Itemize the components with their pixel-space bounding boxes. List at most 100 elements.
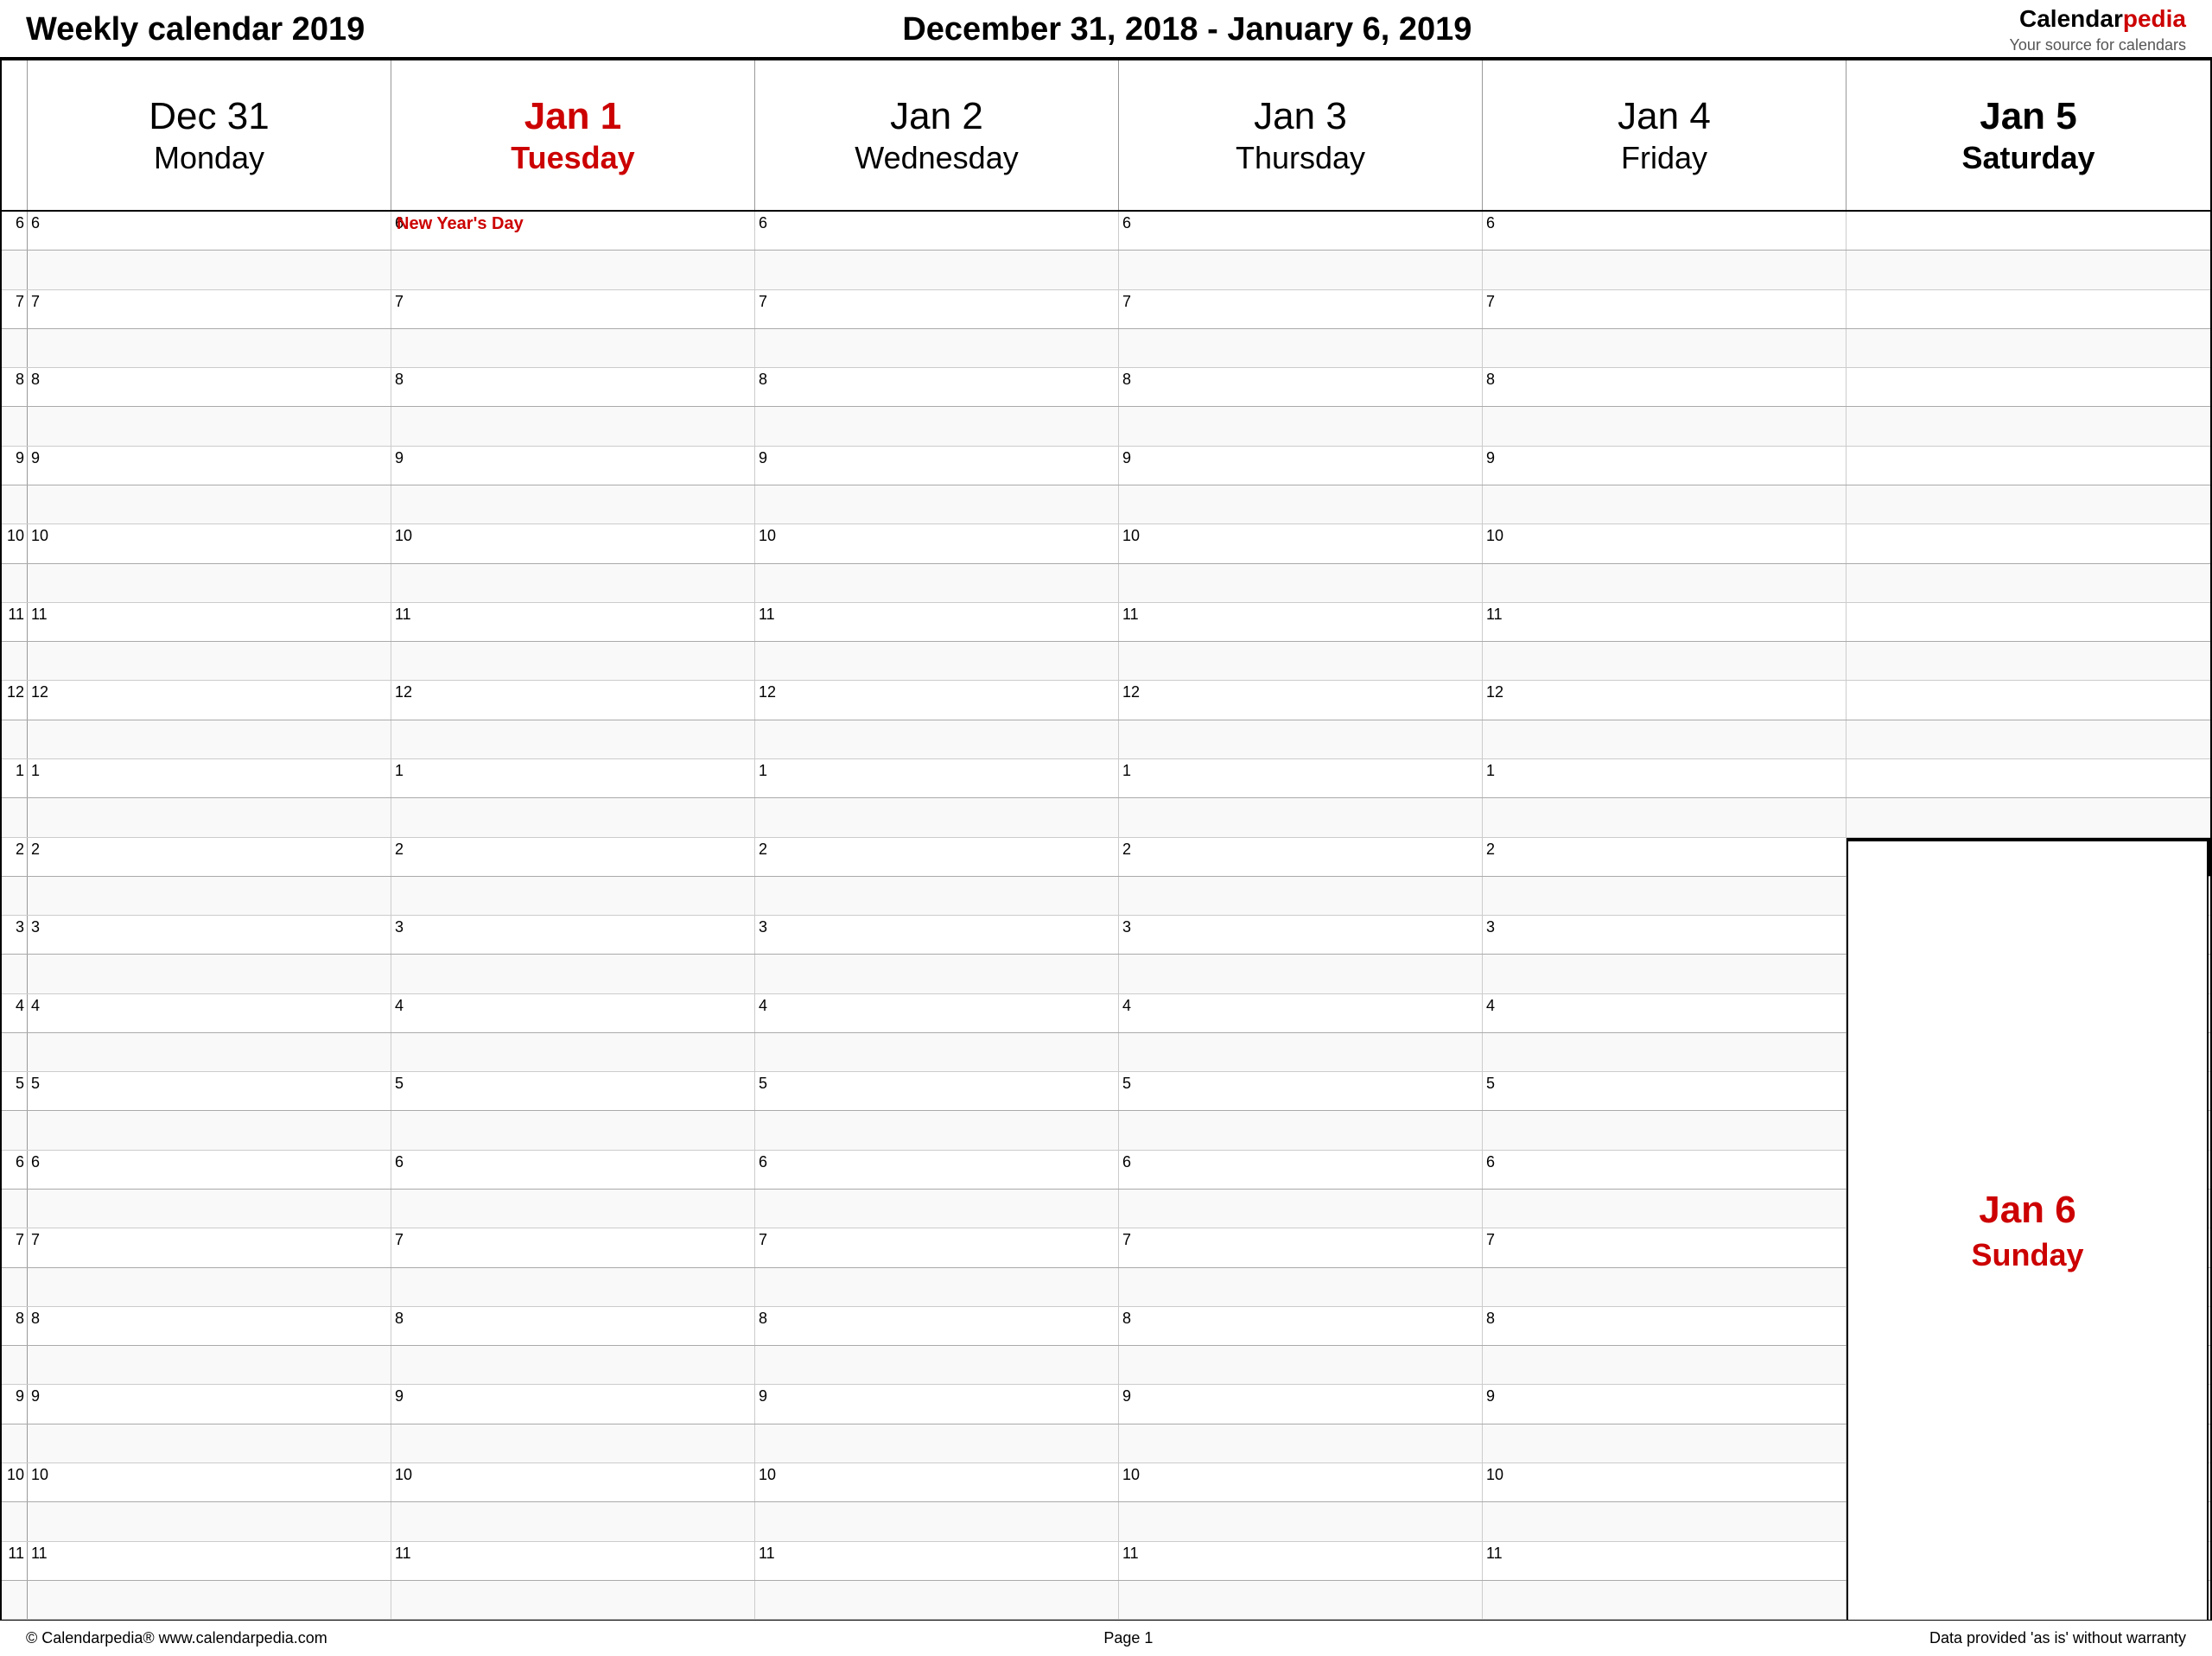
cell-hour-label: 8	[1122, 1310, 1131, 1328]
time-label	[2, 1190, 28, 1228]
time-cell: 10	[1119, 1463, 1483, 1501]
cell-hour-label: 4	[1486, 997, 1495, 1015]
time-cell	[391, 251, 755, 289]
time-row	[2, 1424, 2210, 1463]
time-cell	[1119, 955, 1483, 993]
cell-hour-label: 3	[759, 918, 767, 936]
time-cell: 7	[1483, 1228, 1847, 1266]
cell-hour-label: 9	[395, 1387, 404, 1405]
time-cell	[1483, 1581, 1847, 1619]
time-cell: 6	[28, 1151, 391, 1189]
time-cell: 9	[391, 1385, 755, 1423]
cell-hour-label: 3	[1486, 918, 1495, 936]
time-cell	[28, 564, 391, 602]
time-cell	[391, 485, 755, 523]
time-cell: 9	[28, 447, 391, 485]
time-cell	[28, 1033, 391, 1071]
time-label: 4	[2, 994, 28, 1032]
cell-hour-label: 6	[1122, 214, 1131, 232]
calendar: Dec 31 Monday Jan 1 Tuesday Jan 2 Wednes…	[0, 59, 2212, 1620]
time-cell: 3	[1483, 916, 1847, 954]
time-cell: 9	[391, 447, 755, 485]
cell-hour-label: 8	[395, 371, 404, 389]
day-header-jan2: Jan 2 Wednesday	[755, 60, 1119, 210]
time-cell: 10	[755, 1463, 1119, 1501]
time-label	[2, 1111, 28, 1149]
time-label	[2, 1346, 28, 1384]
cell-hour-label: 6	[759, 1153, 767, 1171]
time-cell: 10	[391, 524, 755, 562]
time-cell	[755, 642, 1119, 680]
time-cell: 11	[1483, 1542, 1847, 1580]
cell-hour-label: 8	[395, 1310, 404, 1328]
cell-hour-label: 5	[1486, 1075, 1495, 1093]
time-cell: 5	[1483, 1072, 1847, 1110]
time-label: 8	[2, 1307, 28, 1345]
jan2-weekday: Wednesday	[855, 140, 1018, 176]
time-cell: 9	[28, 1385, 391, 1423]
time-cell	[755, 1268, 1119, 1306]
jan1-weekday: Tuesday	[511, 140, 634, 176]
time-label	[2, 251, 28, 289]
logo-sub: Your source for calendars	[2010, 35, 2186, 55]
time-cell	[1119, 877, 1483, 915]
time-cell	[28, 720, 391, 758]
time-cell	[391, 329, 755, 367]
time-cell: 11	[28, 603, 391, 641]
time-cell: 12	[755, 681, 1119, 719]
time-cell	[1483, 1268, 1847, 1306]
time-cell: 1	[1483, 759, 1847, 797]
time-cell	[1847, 994, 2210, 1032]
cell-hour-label: 10	[31, 527, 48, 545]
time-cell	[1119, 1346, 1483, 1384]
time-cell	[1119, 1190, 1483, 1228]
cell-hour-label: 9	[759, 1387, 767, 1405]
time-cell: 9	[1119, 1385, 1483, 1423]
time-cell: 7	[1119, 1228, 1483, 1266]
time-cell	[1119, 798, 1483, 836]
page-footer: © Calendarpedia® www.calendarpedia.com P…	[0, 1620, 2212, 1656]
time-cell	[1847, 1033, 2210, 1071]
time-cell: 11	[1483, 603, 1847, 641]
time-cell	[1847, 1072, 2210, 1110]
time-cell	[1119, 564, 1483, 602]
cell-hour-label: 6	[1486, 1153, 1495, 1171]
time-cell: 4	[755, 994, 1119, 1032]
cell-hour-label: 5	[1122, 1075, 1131, 1093]
cell-hour-label: 6	[1486, 214, 1495, 232]
logo: Calendarpedia Your source for calendars	[2010, 3, 2186, 55]
time-cell: 10	[1483, 1463, 1847, 1501]
time-cell: 9	[1483, 447, 1847, 485]
time-cell	[1119, 407, 1483, 445]
time-cell	[391, 564, 755, 602]
time-label: 2	[2, 838, 28, 876]
time-row	[2, 407, 2210, 446]
time-cell: 9	[755, 1385, 1119, 1423]
time-label	[2, 720, 28, 758]
cell-hour-label: 8	[1486, 371, 1495, 389]
time-cell	[1847, 329, 2210, 367]
time-row	[2, 1346, 2210, 1385]
time-cell: 10	[391, 1463, 755, 1501]
time-cell	[28, 642, 391, 680]
time-label	[2, 485, 28, 523]
time-label	[2, 1502, 28, 1540]
time-row	[2, 877, 2210, 916]
time-cell	[1847, 1346, 2210, 1384]
cell-hour-label: 11	[31, 1545, 48, 1563]
time-cell: 3	[1119, 916, 1483, 954]
time-cell	[1847, 1502, 2210, 1540]
time-cell: 8	[1483, 368, 1847, 406]
time-cell	[1483, 407, 1847, 445]
time-cell	[391, 955, 755, 993]
time-cell	[1119, 485, 1483, 523]
time-cell	[28, 1190, 391, 1228]
dec31-weekday: Monday	[154, 140, 264, 176]
time-cell	[1119, 1581, 1483, 1619]
time-cell	[1119, 642, 1483, 680]
cell-hour-label: 10	[395, 527, 412, 545]
time-cell	[1847, 681, 2210, 719]
time-cell	[1847, 798, 2210, 836]
cell-hour-label: 10	[1122, 1466, 1140, 1484]
cell-hour-label: 11	[1122, 606, 1139, 624]
